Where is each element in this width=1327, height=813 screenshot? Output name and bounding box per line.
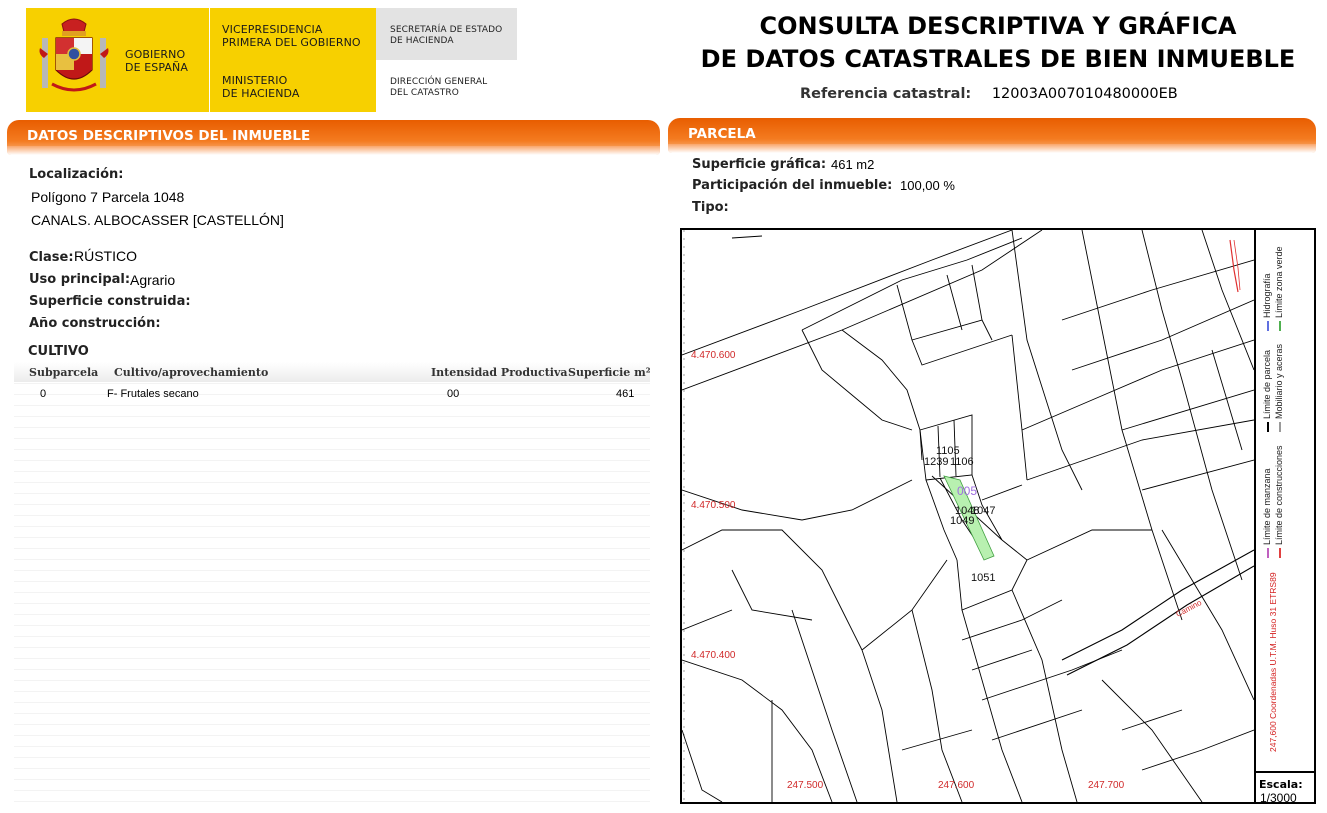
uso-value: Agrario [130,272,176,288]
referencia-catastral: Referencia catastral: 12003A007010480000… [800,86,1178,102]
logo-vicepresidencia-text: VICEPRESIDENCIA PRIMERA DEL GOBIERNO [222,23,361,49]
localizacion-line-1: Polígono 7 Parcela 1048 [31,189,185,205]
y-tick-3: 4.470.400 [691,650,736,661]
table-cell-intensidad: 00 [447,388,460,400]
legend-construcciones: Límite de construcciones [1274,445,1284,558]
legend-swatch-icon [1266,422,1269,432]
x-tick-2: 247.600 [938,780,975,791]
legend-manzana: Límite de manzana [1262,468,1272,558]
coordinate-note: 247,600 Coordenadas U.T.M. Huso 31 ETRS8… [1268,572,1278,752]
superficie-grafica-label: Superficie gráfica: [692,157,827,172]
datos-section-header: DATOS DESCRIPTIVOS DEL INMUEBLE [7,120,660,155]
th-cultivo: Cultivo/aprovechamiento [114,366,269,379]
referencia-value: 12003A007010480000EB [991,86,1178,102]
legend-zona-verde: Límite zona verde [1274,246,1284,331]
scale-value: 1/3000 [1260,791,1297,805]
page-title: CONSULTA DESCRIPTIVA Y GRÁFICA DE DATOS … [700,12,1296,73]
superficie-grafica-value: 461 m2 [831,157,875,172]
parcel-label-1049: 1049 [950,515,975,527]
legend-swatch-icon [1278,548,1281,558]
x-tick-1: 247.500 [787,780,824,791]
scale-divider [1256,771,1314,773]
clase-label: Clase: [29,250,74,265]
legend-swatch-icon [1266,548,1269,558]
logo-separator [209,8,210,112]
parcela-section-title: PARCELA [688,126,756,142]
cultivo-table [14,362,650,810]
legend-parcela: Límite de parcela [1262,350,1272,432]
legend-mobiliario: Mobiliario y aceras [1274,344,1284,432]
superficie-construida-label: Superficie construida: [29,294,191,309]
parcela-section-header: PARCELA [668,118,1316,153]
clase-value: RÚSTICO [74,248,137,264]
ano-construccion-label: Año construcción: [29,316,161,331]
uso-label: Uso principal: [29,272,131,287]
x-tick-3: 247.700 [1088,780,1125,791]
referencia-label: Referencia catastral: [800,86,972,102]
legend-divider [1254,230,1256,802]
table-cell-cultivo: F- Frutales secano [107,388,199,400]
participacion-label: Participación del inmueble: [692,178,893,193]
logo-direccion-text: DIRECCIÓN GENERAL DEL CATASTRO [390,77,488,98]
subparcel-label-005: 005 [957,484,978,498]
datos-section-title: DATOS DESCRIPTIVOS DEL INMUEBLE [27,128,311,144]
parcel-label-1106: 1106 [950,456,974,468]
parcel-label-1239: 1239 [924,456,949,468]
logo-secretaria-text: SECRETARÍA DE ESTADO DE HACIENDA [390,25,503,46]
logo-gobierno-text: GOBIERNO DE ESPAÑA [125,48,188,74]
logo-ministerio-text: MINISTERIO DE HACIENDA [222,74,300,100]
localizacion-label: Localización: [29,167,124,182]
participacion-value: 100,00 % [900,178,955,193]
legend-swatch-icon [1278,422,1281,432]
table-cell-subparcela: 0 [40,388,47,400]
th-superficie: Superficie m² [568,366,651,379]
legend-swatch-icon [1266,321,1269,331]
y-tick-2: 4.470.500 [691,500,736,511]
coat-of-arms-icon [39,18,109,92]
parcel-label-1047: 1047 [971,505,996,517]
parcel-label-1051: 1051 [971,572,996,584]
localizacion-line-2: CANALS. ALBOCASSER [CASTELLÓN] [31,212,284,228]
scale-label: Escala: [1259,778,1303,791]
th-intensidad: Intensidad Productiva [431,366,568,379]
legend-swatch-icon [1278,321,1281,331]
legend-hidrografia: Hidrografía [1262,273,1272,331]
th-subparcela: Subparcela [29,366,99,379]
tipo-label: Tipo: [692,200,729,215]
y-tick-1: 4.470.600 [691,350,736,361]
cultivo-title: CULTIVO [28,344,89,359]
table-cell-superficie: 461 [616,388,635,400]
